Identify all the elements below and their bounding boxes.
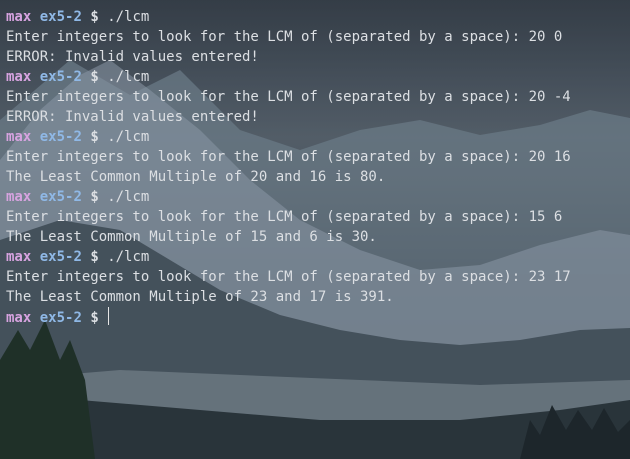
output-line: Enter integers to look for the LCM of (s…: [6, 27, 571, 47]
output-line: ERROR: Invalid values entered!: [6, 107, 571, 127]
output-text: The Least Common Multiple of 23 and 17 i…: [6, 289, 394, 305]
prompt-symbol: $: [90, 249, 99, 265]
output-text: Enter integers to look for the LCM of (s…: [6, 269, 571, 285]
text-cursor[interactable]: [108, 307, 110, 325]
prompt-user: max: [6, 249, 32, 265]
prompt-user: max: [6, 9, 32, 25]
prompt-directory: ex5-2: [39, 310, 82, 326]
output-text: ERROR: Invalid values entered!: [6, 109, 259, 125]
command-text: ./lcm: [107, 249, 150, 265]
output-line: The Least Common Multiple of 15 and 6 is…: [6, 227, 571, 247]
terminal-window[interactable]: max ex5-2 $ ./lcm Enter integers to look …: [0, 0, 630, 459]
prompt-user: max: [6, 129, 32, 145]
prompt-user: max: [6, 310, 32, 326]
prompt-user: max: [6, 189, 32, 205]
output-line: Enter integers to look for the LCM of (s…: [6, 207, 571, 227]
prompt-line: max ex5-2 $ ./lcm: [6, 187, 571, 207]
output-line: The Least Common Multiple of 23 and 17 i…: [6, 287, 571, 307]
command-text: ./lcm: [107, 129, 150, 145]
output-line: ERROR: Invalid values entered!: [6, 47, 571, 67]
prompt-line: max ex5-2 $ ./lcm: [6, 247, 571, 267]
prompt-symbol: $: [90, 310, 99, 326]
output-text: Enter integers to look for the LCM of (s…: [6, 29, 563, 45]
prompt-line: max ex5-2 $ ./lcm: [6, 7, 571, 27]
output-line: Enter integers to look for the LCM of (s…: [6, 147, 571, 167]
prompt-user: max: [6, 69, 32, 85]
prompt-directory: ex5-2: [39, 9, 82, 25]
prompt-directory: ex5-2: [39, 189, 82, 205]
output-text: Enter integers to look for the LCM of (s…: [6, 209, 563, 225]
command-text: ./lcm: [107, 9, 150, 25]
output-text: ERROR: Invalid values entered!: [6, 49, 259, 65]
prompt-line: max ex5-2 $ ./lcm: [6, 67, 571, 87]
output-text: Enter integers to look for the LCM of (s…: [6, 89, 571, 105]
command-text: ./lcm: [107, 69, 150, 85]
output-line: Enter integers to look for the LCM of (s…: [6, 87, 571, 107]
output-line: The Least Common Multiple of 20 and 16 i…: [6, 167, 571, 187]
prompt-line: max ex5-2 $: [6, 307, 571, 327]
prompt-symbol: $: [90, 129, 99, 145]
terminal-output: max ex5-2 $ ./lcm Enter integers to look …: [6, 7, 571, 327]
prompt-symbol: $: [90, 189, 99, 205]
prompt-symbol: $: [90, 9, 99, 25]
prompt-line: max ex5-2 $ ./lcm: [6, 127, 571, 147]
command-text: ./lcm: [107, 189, 150, 205]
output-text: The Least Common Multiple of 15 and 6 is…: [6, 229, 377, 245]
output-text: The Least Common Multiple of 20 and 16 i…: [6, 169, 386, 185]
prompt-symbol: $: [90, 69, 99, 85]
prompt-directory: ex5-2: [39, 69, 82, 85]
prompt-directory: ex5-2: [39, 249, 82, 265]
prompt-directory: ex5-2: [39, 129, 82, 145]
output-text: Enter integers to look for the LCM of (s…: [6, 149, 571, 165]
output-line: Enter integers to look for the LCM of (s…: [6, 267, 571, 287]
